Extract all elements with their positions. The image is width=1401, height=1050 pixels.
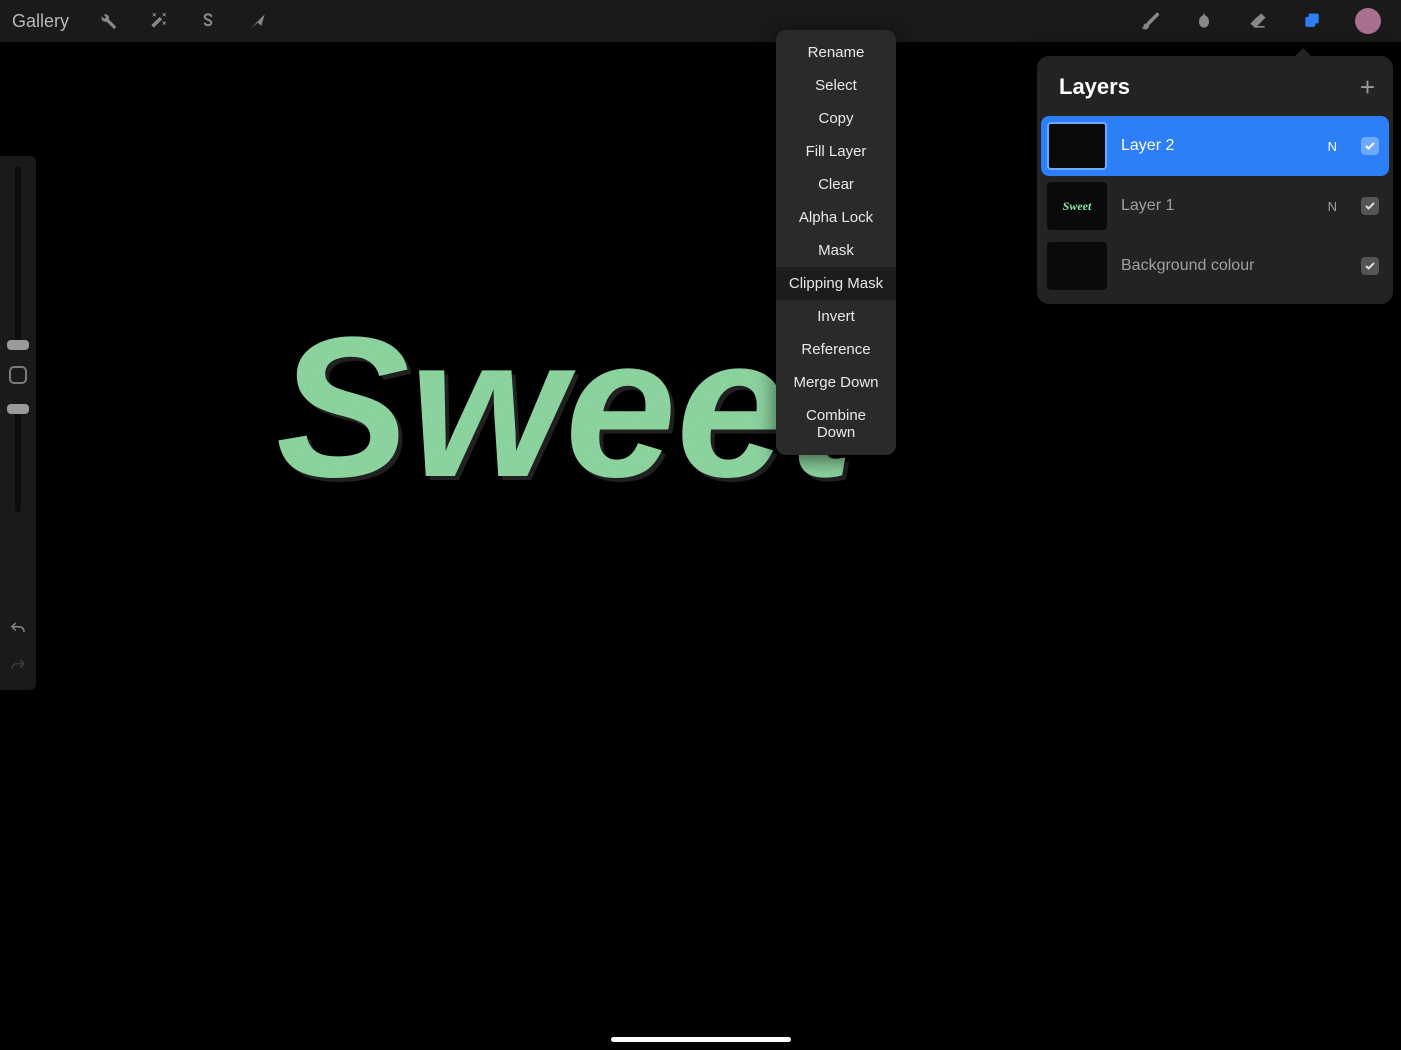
top-toolbar: Gallery [0,0,1401,42]
layer-name: Background colour [1121,257,1323,275]
context-mask[interactable]: Mask [776,234,896,267]
layer-row[interactable]: Background colour [1041,236,1389,296]
toolbar-right-group [1139,8,1389,34]
context-merge-down[interactable]: Merge Down [776,366,896,399]
layer-context-menu: Rename Select Copy Fill Layer Clear Alph… [776,30,896,455]
context-fill-layer[interactable]: Fill Layer [776,135,896,168]
transform-arrow-icon[interactable] [247,10,269,32]
brush-size-slider[interactable] [15,166,21,350]
layer-thumbnail [1047,122,1107,170]
svg-text:Sweet: Sweet [276,310,861,519]
context-clipping-mask[interactable]: Clipping Mask [776,267,896,300]
context-clear[interactable]: Clear [776,168,896,201]
blend-mode-label[interactable]: N [1328,199,1337,214]
visibility-checkbox[interactable] [1361,257,1379,275]
visibility-checkbox[interactable] [1361,137,1379,155]
selection-s-icon[interactable] [197,10,219,32]
adjustments-wand-icon[interactable] [147,10,169,32]
context-copy[interactable]: Copy [776,102,896,135]
redo-icon[interactable] [9,657,27,680]
context-rename[interactable]: Rename [776,36,896,69]
layer-name: Layer 2 [1121,137,1314,155]
gallery-button[interactable]: Gallery [12,11,69,32]
context-reference[interactable]: Reference [776,333,896,366]
layer-thumbnail: Sweet [1047,182,1107,230]
actions-wrench-icon[interactable] [97,10,119,32]
undo-icon[interactable] [9,620,27,643]
opacity-slider[interactable] [15,404,21,512]
context-invert[interactable]: Invert [776,300,896,333]
brush-icon[interactable] [1139,10,1161,32]
home-indicator [611,1037,791,1042]
add-layer-button[interactable]: + [1360,74,1375,100]
blend-mode-label[interactable]: N [1328,139,1337,154]
eraser-icon[interactable] [1247,10,1269,32]
layer-row[interactable]: Layer 2 N [1041,116,1389,176]
layers-icon[interactable] [1301,10,1323,32]
layer-name: Layer 1 [1121,197,1314,215]
left-sidebar [0,156,36,690]
modify-button[interactable] [9,366,27,384]
color-swatch[interactable] [1355,8,1381,34]
layer-row[interactable]: Sweet Layer 1 N [1041,176,1389,236]
toolbar-left-group: Gallery [12,10,269,32]
context-alpha-lock[interactable]: Alpha Lock [776,201,896,234]
smudge-icon[interactable] [1193,10,1215,32]
context-select[interactable]: Select [776,69,896,102]
layers-panel: Layers + Layer 2 N Sweet Layer 1 N Backg… [1037,56,1393,304]
context-combine-down[interactable]: Combine Down [776,399,896,449]
visibility-checkbox[interactable] [1361,197,1379,215]
layer-thumbnail [1047,242,1107,290]
layers-panel-title: Layers [1059,74,1130,100]
